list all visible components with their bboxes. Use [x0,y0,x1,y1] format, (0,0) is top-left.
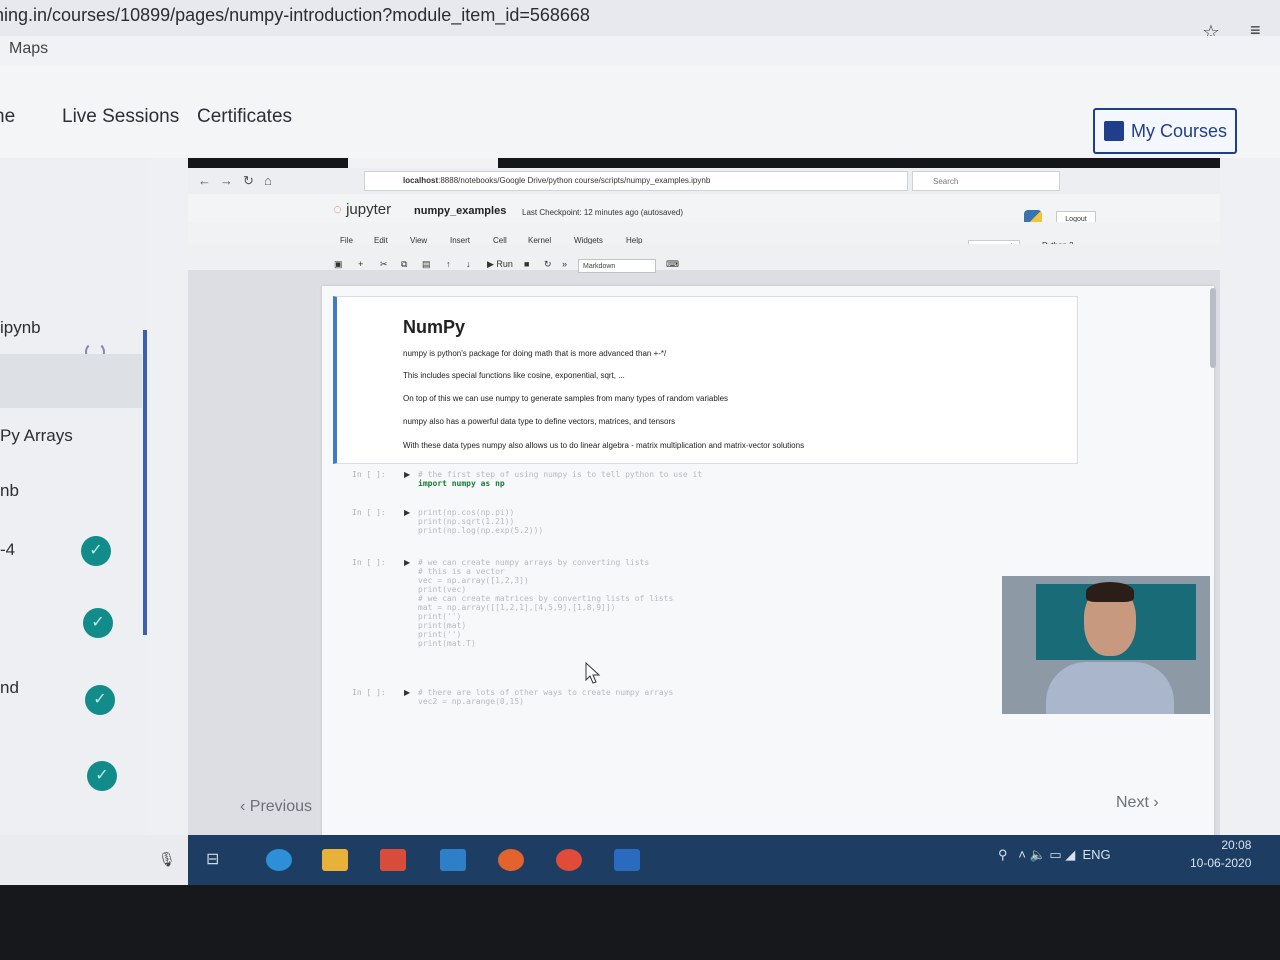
word-icon[interactable] [614,849,640,871]
markdown-line: This includes special functions like cos… [403,371,625,380]
clock-date: 10-06-2020 [1190,856,1252,870]
run-cell-icon[interactable]: ▶ [404,558,410,567]
cell-prompt: In [ ]: [352,558,386,567]
restart-icon[interactable]: ↻ [544,259,552,270]
mail-icon[interactable] [440,849,466,871]
run-button[interactable]: ▶ Run [487,259,513,270]
bookmark-maps[interactable]: Maps [9,40,48,58]
markdown-title: NumPy [403,317,466,337]
instructor-webcam [1002,576,1210,714]
markdown-line: With these data types numpy also allows … [403,441,805,450]
sidebar-bottom: 🎙 [0,835,188,885]
browser-tab[interactable] [348,158,498,168]
embedded-video[interactable]: ← → ↻ ⌂ localhost:8888/notebooks/Google … [188,158,1220,835]
save-icon[interactable]: ▣ [334,259,343,270]
inner-url-text: localhost:8888/notebooks/Google Drive/py… [403,176,711,185]
windows-taskbar: ⊟ [188,835,1280,885]
task-view-icon[interactable]: ⊟ [206,849,232,871]
jupyter-header: ◌ jupyter numpy_examples Last Checkpoint… [188,194,1220,229]
fast-forward-icon[interactable]: » [562,259,567,269]
screen: ning.in/courses/10899/pages/numpy-introd… [0,0,1280,885]
sidebar-item-nb[interactable]: nb [0,481,19,501]
completed-check-icon: ✓ [87,761,117,791]
paste-icon[interactable]: ▤ [422,259,431,270]
file-explorer-icon[interactable] [322,849,348,871]
cell-prompt: In [ ]: [352,688,386,697]
completed-check-icon: ✓ [83,608,113,638]
back-icon[interactable]: ← [198,173,211,188]
url-text[interactable]: ning.in/courses/10899/pages/numpy-introd… [0,5,590,26]
cell-type-select[interactable]: Markdown [578,259,656,273]
microphone-icon[interactable]: 🎙 [158,851,176,868]
completed-check-icon: ✓ [85,685,115,715]
chrome-icon[interactable] [556,849,582,871]
video-top-bar [188,158,1220,168]
code-cell[interactable]: # we can create numpy arrays by converti… [418,558,673,648]
my-courses-label: My Courses [1131,121,1228,141]
inner-url-field[interactable]: localhost:8888/notebooks/Google Drive/py… [364,171,908,191]
markdown-line: numpy also has a powerful data type to d… [403,417,676,426]
run-cell-icon[interactable]: ▶ [404,470,410,479]
webcam-person-body [1046,662,1174,714]
language-indicator[interactable]: ENG [1082,847,1110,862]
browser-url-bar[interactable]: ning.in/courses/10899/pages/numpy-introd… [0,0,1280,44]
nav-item-live-sessions[interactable]: Live Sessions [62,106,179,128]
cut-icon[interactable]: ✂ [380,259,388,270]
laptop-bezel [0,885,1280,960]
add-cell-icon[interactable]: + [358,259,363,269]
firefox-icon[interactable] [498,849,524,871]
cell-prompt: In [ ]: [352,470,386,479]
run-cell-icon[interactable]: ▶ [404,688,410,697]
my-courses-button[interactable]: My Courses [1093,108,1237,154]
previous-button[interactable]: ‹ Previous [240,798,312,816]
edge-icon[interactable] [266,849,292,871]
code-cell[interactable]: print(np.cos(np.pi)) print(np.sqrt(1.21)… [418,508,543,535]
book-icon [1104,121,1124,141]
forward-icon[interactable]: → [220,173,233,188]
mouse-cursor-icon [585,662,601,684]
move-up-icon[interactable]: ↑ [446,259,451,269]
sidebar-scrollbar[interactable] [143,330,147,635]
jupyter-logo[interactable]: ◌ jupyter [333,201,391,218]
sidebar-selected-item[interactable] [0,354,142,408]
jupyter-logo-icon: ◌ [333,201,342,218]
clock[interactable]: 20:08 10-06-2020 [1190,836,1251,872]
system-tray[interactable]: ⚲ ˄ 🔈 ▭ ◢ ENG [998,847,1111,863]
code-cell[interactable]: # there are lots of other ways to create… [418,688,673,706]
run-cell-icon[interactable]: ▶ [404,508,410,517]
move-down-icon[interactable]: ↓ [466,259,471,269]
keyboard-icon[interactable]: ⌨ [666,259,679,270]
completed-check-icon: ✓ [81,536,111,566]
notebook-area: NumPy numpy is python's package for doin… [322,286,1214,835]
nav-item-certificates[interactable]: Certificates [197,106,292,128]
markdown-line: On top of this we can use numpy to gener… [403,394,729,403]
jupyter-toolbar: ▣ + ✂ ⧉ ▤ ↑ ↓ ▶ Run ■ ↻ » ⌨ [188,244,1220,270]
markdown-cell[interactable]: NumPy numpy is python's package for doin… [333,296,1078,464]
sidebar-item-ipynb[interactable]: ipynb [0,318,41,338]
module-sidebar: ipynb Py Arrays nb -4 nd ✓ ✓ ✓ ✓ [0,158,150,835]
reload-icon[interactable]: ↻ [243,173,254,189]
inner-browser-toolbar: ← → ↻ ⌂ localhost:8888/notebooks/Google … [188,168,1220,194]
copy-icon[interactable]: ⧉ [401,259,407,270]
notebook-name[interactable]: numpy_examples [414,205,506,217]
bookmarks-bar: Maps [0,36,1280,67]
store-icon[interactable] [380,849,406,871]
markdown-line: numpy is python's package for doing math… [403,349,667,358]
stop-icon[interactable]: ■ [524,259,529,269]
cell-prompt: In [ ]: [352,508,386,517]
clock-time: 20:08 [1221,838,1252,852]
sidebar-item-nd[interactable]: nd [0,678,19,698]
site-header: ne Live Sessions Certificates My Courses [0,66,1280,158]
inner-search-field[interactable]: Search [912,171,1060,191]
search-placeholder: Search [933,177,959,186]
sidebar-item-arrays[interactable]: Py Arrays [0,426,73,446]
code-cell[interactable]: # the first step of using numpy is to te… [418,470,702,488]
webcam-person-hair [1086,582,1134,602]
nav-item-home[interactable]: ne [0,106,15,128]
next-button[interactable]: Next › [1116,794,1159,812]
checkpoint-status: Last Checkpoint: 12 minutes ago (autosav… [522,208,683,217]
sidebar-item-4[interactable]: -4 [0,540,15,560]
notebook-scrollbar[interactable] [1210,288,1216,368]
home-icon[interactable]: ⌂ [264,173,272,188]
